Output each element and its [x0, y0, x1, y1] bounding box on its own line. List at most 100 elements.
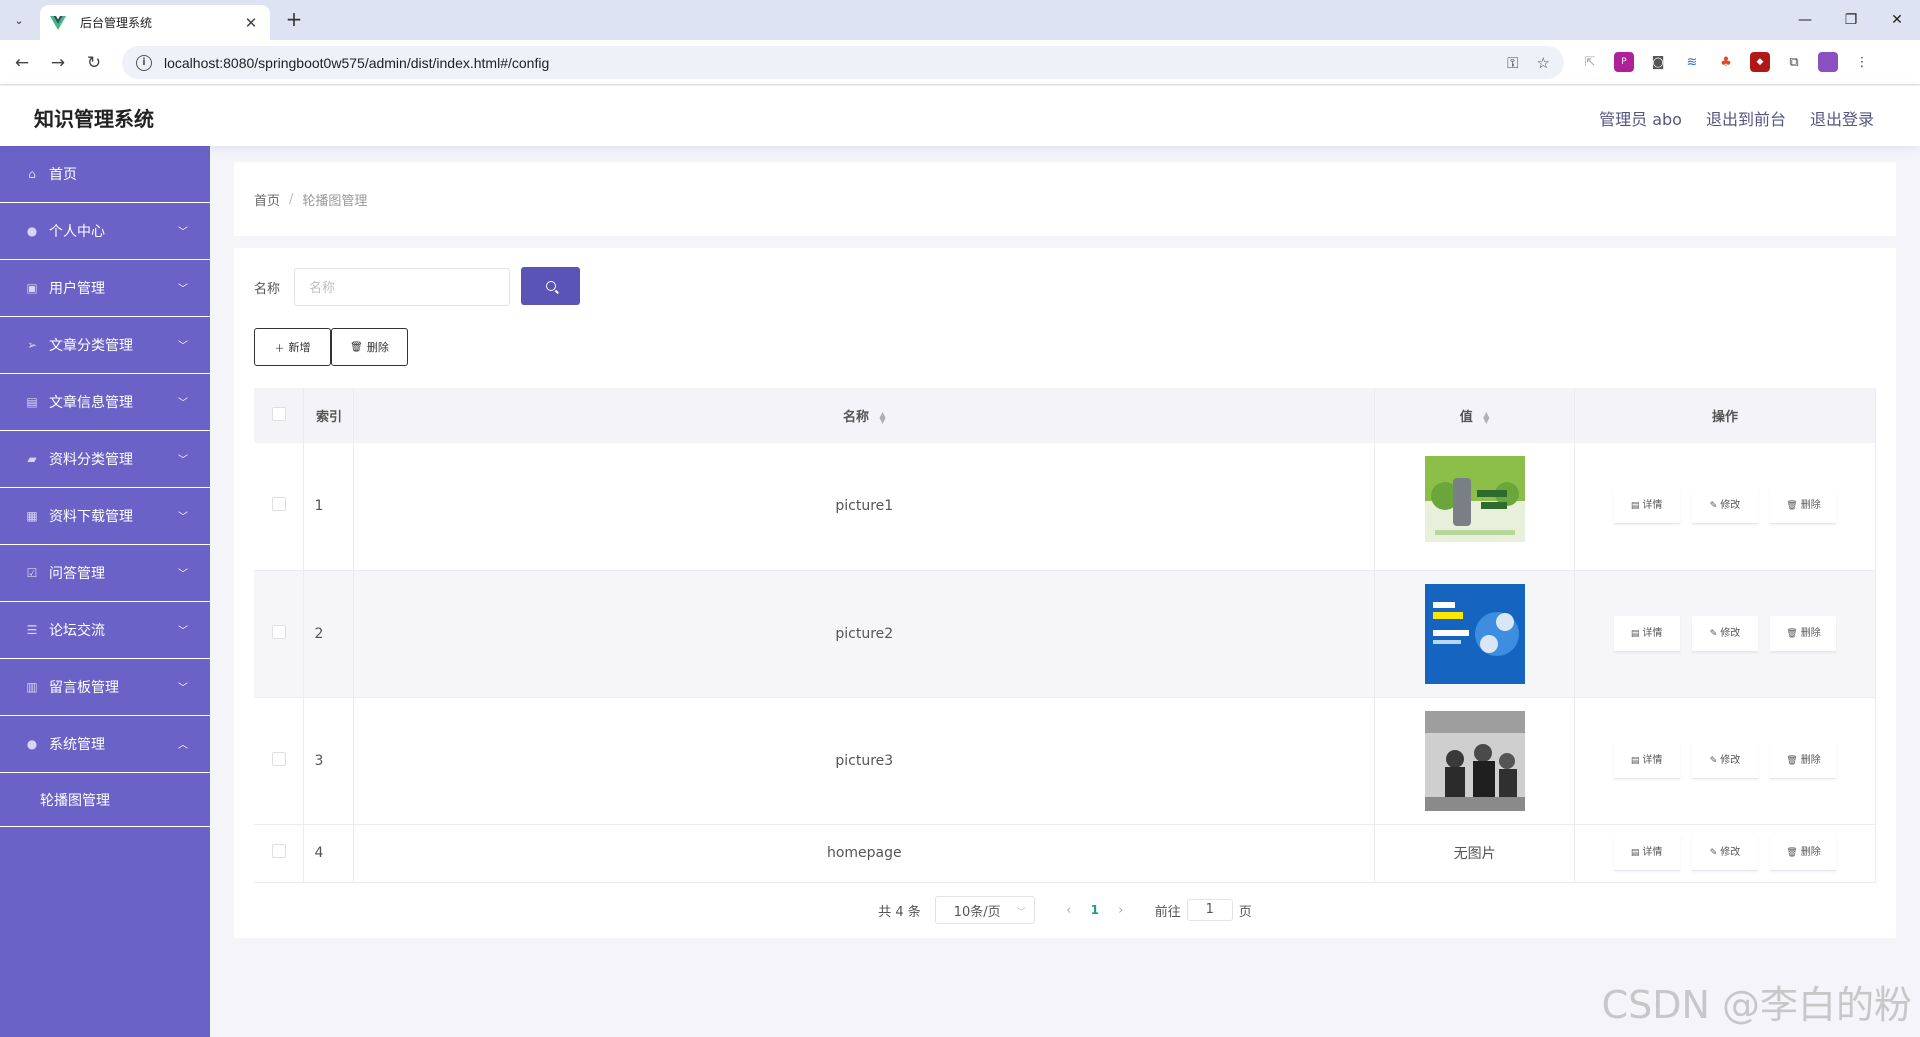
carousel-thumbnail-image[interactable] — [1424, 710, 1525, 811]
edit-button[interactable]: ✎ 修改 — [1692, 488, 1759, 525]
page-number-current[interactable]: 1 — [1083, 903, 1107, 917]
exit-to-frontend-link[interactable]: 退出到前台 — [1706, 106, 1786, 130]
extension-mask-icon[interactable]: ◙ — [1648, 52, 1668, 72]
sidebar-item-profile[interactable]: ● 个人中心 ﹀ — [0, 203, 210, 260]
sidebar-item-message-board[interactable]: ▥ 留言板管理 ﹀ — [0, 659, 210, 716]
delete-button-label: 删除 — [1800, 847, 1821, 858]
delete-button-label: 删除 — [1800, 500, 1821, 512]
batch-delete-button[interactable]: 🗑 删除 — [331, 328, 408, 366]
column-header-name[interactable]: 名称 ▲ ▼ — [353, 388, 1376, 443]
window-close-icon[interactable]: ✕ — [1874, 0, 1920, 40]
page-size-select[interactable]: 10条/页 ﹀ — [934, 896, 1035, 924]
sidebar-item-article-info[interactable]: ▤ 文章信息管理 ﹀ — [0, 374, 210, 431]
reload-icon[interactable]: ↻ — [82, 51, 106, 75]
back-icon[interactable]: ← — [10, 51, 34, 75]
sidebar-item-material-category[interactable]: ▰ 资料分类管理 ﹀ — [0, 431, 210, 488]
restore-icon[interactable]: ❐ — [1828, 0, 1874, 40]
browser-tab[interactable]: 后台管理系统 ✕ — [40, 5, 270, 40]
new-tab-icon[interactable]: + — [282, 8, 306, 32]
sidebar-item-home[interactable]: ⌂ 首页 — [0, 146, 210, 203]
carousel-thumbnail-image[interactable] — [1424, 583, 1525, 684]
sidebar-item-label: 首页 — [49, 167, 77, 183]
row-checkbox[interactable] — [271, 497, 286, 512]
extension-layers-icon[interactable]: ≋ — [1682, 52, 1702, 72]
row-ops: ▤ 详情 ✎ 修改 🗑 删除 — [1574, 824, 1876, 883]
breadcrumb-separator: / — [289, 191, 294, 207]
detail-button[interactable]: ▤ 详情 — [1613, 488, 1680, 525]
sidebar-subitem-carousel[interactable]: 轮播图管理 — [0, 773, 210, 827]
delete-button[interactable]: 🗑 删除 — [1770, 488, 1837, 525]
carousel-thumbnail-image[interactable] — [1424, 456, 1525, 557]
search-input[interactable] — [294, 268, 510, 306]
delete-button[interactable]: 🗑 删除 — [1770, 615, 1837, 652]
sidebar-item-users[interactable]: ▣ 用户管理 ﹀ — [0, 260, 210, 317]
thumb-icon: ▰ — [27, 452, 37, 466]
pagination-total: 共 4 条 — [878, 904, 921, 920]
sort-caret-icon[interactable]: ▲ ▼ — [879, 410, 885, 424]
admin-user-link[interactable]: 管理员 abo — [1599, 106, 1682, 130]
detail-button-label: 详情 — [1642, 500, 1663, 512]
app-title: 知识管理系统 — [34, 107, 154, 131]
edit-button[interactable]: ✎ 修改 — [1692, 742, 1759, 779]
bookmark-star-icon[interactable]: ☆ — [1537, 54, 1550, 72]
profile-avatar[interactable] — [1818, 52, 1838, 72]
next-page-icon[interactable]: › — [1107, 903, 1135, 918]
row-checkbox-cell — [254, 824, 305, 883]
extension-shield-icon[interactable]: ◆ — [1750, 52, 1770, 72]
row-checkbox[interactable] — [271, 844, 286, 858]
chevron-down-icon: ﹀ — [178, 626, 188, 637]
site-info-icon[interactable]: i — [136, 54, 152, 71]
chevron-up-icon: ︿ — [178, 740, 188, 751]
table-row: 1 picture1 ▤ 详情 ✎ 修改 🗑 删除 — [254, 443, 1876, 571]
detail-button[interactable]: ▤ 详情 — [1613, 742, 1680, 779]
tab-close-icon[interactable]: ✕ — [242, 14, 260, 32]
chevron-down-icon: ﹀ — [178, 227, 188, 238]
prev-page-icon[interactable]: ‹ — [1055, 903, 1083, 918]
column-header-ops: 操作 — [1574, 388, 1876, 443]
extension-pp-icon[interactable]: P — [1614, 52, 1634, 72]
table-row: 4 homepage 无图片 ▤ 详情 ✎ 修改 🗑 删除 — [254, 824, 1876, 883]
edit-button[interactable]: ✎ 修改 — [1692, 835, 1759, 871]
detail-button[interactable]: ▤ 详情 — [1613, 615, 1680, 652]
home-icon: ⌂ — [28, 167, 36, 181]
column-header-value[interactable]: 值 ▲ ▼ — [1374, 388, 1576, 443]
address-bar[interactable]: i localhost:8080/springboot0w575/admin/d… — [122, 46, 1564, 79]
extensions-puzzle-icon[interactable]: ⧉ — [1784, 52, 1804, 72]
detail-button-label: 详情 — [1642, 847, 1663, 858]
tab-search-icon[interactable]: ⌄ — [8, 9, 30, 31]
detail-button[interactable]: ▤ 详情 — [1613, 835, 1680, 871]
browser-menu-icon[interactable]: ⋮ — [1852, 52, 1872, 72]
trash-icon: 🗑 — [1786, 628, 1798, 639]
delete-button[interactable]: 🗑 删除 — [1770, 835, 1837, 871]
user-icon: ● — [26, 224, 38, 238]
key-icon[interactable]: ⚿ — [1507, 54, 1518, 72]
add-button[interactable]: ＋ 新增 — [254, 328, 331, 366]
sort-caret-icon[interactable]: ▲ ▼ — [1483, 410, 1489, 424]
edit-button[interactable]: ✎ 修改 — [1692, 615, 1759, 652]
select-all-checkbox[interactable] — [271, 406, 286, 421]
sidebar-item-forum[interactable]: ☰ 论坛交流 ﹀ — [0, 602, 210, 659]
forward-icon[interactable]: → — [46, 51, 70, 75]
row-ops: ▤ 详情 ✎ 修改 🗑 删除 — [1574, 443, 1876, 571]
extension-tree-icon[interactable]: ♣ — [1716, 52, 1736, 72]
delete-button[interactable]: 🗑 删除 — [1770, 742, 1837, 779]
sidebar-item-system[interactable]: ● 系统管理 ︿ — [0, 716, 210, 773]
sidebar-item-label: 文章信息管理 — [49, 395, 133, 411]
extension-cursor-icon[interactable]: ⇱ — [1580, 52, 1600, 72]
minimize-icon[interactable]: — — [1782, 0, 1828, 40]
row-index: 4 — [303, 824, 355, 883]
breadcrumb-home[interactable]: 首页 — [254, 190, 280, 209]
sidebar-item-material-download[interactable]: ▦ 资料下载管理 ﹀ — [0, 488, 210, 545]
row-checkbox[interactable] — [271, 624, 286, 639]
header-links: 管理员 abo 退出到前台 退出登录 — [1599, 106, 1874, 130]
url-text[interactable]: localhost:8080/springboot0w575/admin/dis… — [164, 55, 1489, 71]
row-value — [1374, 697, 1576, 825]
sidebar-item-qa[interactable]: ☑ 问答管理 ﹀ — [0, 545, 210, 602]
sidebar-item-article-category[interactable]: ➢ 文章分类管理 ﹀ — [0, 317, 210, 374]
goto-page-input[interactable]: 1 — [1186, 899, 1233, 921]
edit-button-label: 修改 — [1720, 847, 1741, 858]
logout-link[interactable]: 退出登录 — [1810, 106, 1874, 130]
row-checkbox[interactable] — [271, 751, 286, 766]
search-button[interactable] — [521, 267, 580, 305]
row-ops: ▤ 详情 ✎ 修改 🗑 删除 — [1574, 697, 1876, 825]
